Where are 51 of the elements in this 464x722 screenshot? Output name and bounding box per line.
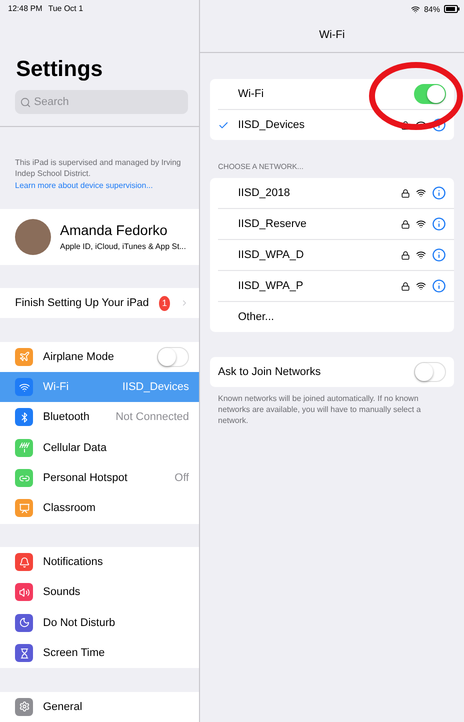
notification-badge: 1 xyxy=(158,296,170,311)
airplane-toggle[interactable] xyxy=(157,346,189,367)
sidebar-item[interactable]: Personal Hotspot Off xyxy=(0,462,199,494)
wifi-icon xyxy=(416,219,426,229)
sidebar-item[interactable]: General xyxy=(0,692,199,722)
battery-icon xyxy=(444,5,460,13)
sidebar-title: Settings xyxy=(15,54,104,83)
wifi-icon xyxy=(416,188,426,198)
wifi-icon xyxy=(416,250,426,260)
network-row[interactable]: IISD_WPA_D xyxy=(218,240,454,271)
info-icon[interactable] xyxy=(432,118,446,132)
sidebar-item[interactable]: Notifications xyxy=(0,546,199,578)
profile-row[interactable]: Amanda Fedorko Apple ID, iCloud, iTunes & App St... xyxy=(0,209,199,264)
other-network-row[interactable]: Other... xyxy=(218,302,454,332)
supervision-note: This iPad is supervised and managed by Irving Indep School District. Learn more about device supervision... xyxy=(0,126,199,210)
search-field[interactable]: Search xyxy=(15,90,188,114)
network-row[interactable]: IISD_2018 xyxy=(218,178,454,209)
network-row[interactable]: IISD_Reserve xyxy=(218,209,454,240)
wifi-toggle[interactable] xyxy=(414,84,446,104)
info-icon[interactable] xyxy=(432,279,446,293)
supervision-link[interactable]: Learn more about device supervision... xyxy=(15,180,189,192)
profile-name: Amanda Fedorko xyxy=(60,222,168,238)
status-date: Tue Oct 1 xyxy=(48,4,84,14)
info-icon[interactable] xyxy=(432,217,446,231)
profile-subtitle: Apple ID, iCloud, iTunes & App St... xyxy=(60,242,186,252)
sidebar-item[interactable]: Bluetooth Not Connected xyxy=(0,402,199,433)
sidebar-item[interactable]: Screen Time xyxy=(0,638,199,668)
nav-title: Wi-Fi xyxy=(200,18,464,53)
wifi-label: Wi-Fi xyxy=(238,88,265,100)
avatar xyxy=(15,218,51,255)
network-row[interactable]: IISD_WPA_P xyxy=(218,271,454,302)
ask-label: Ask to Join Networks xyxy=(218,366,322,378)
sidebar-item[interactable]: Airplane Mode xyxy=(0,342,199,372)
setup-label: Finish Setting Up Your iPad xyxy=(15,297,149,310)
check-icon xyxy=(218,120,229,130)
search-icon xyxy=(20,96,31,108)
sidebar-item[interactable]: Sounds xyxy=(0,577,199,608)
lock-icon xyxy=(401,120,410,130)
wifi-status-icon xyxy=(410,4,420,14)
network-row[interactable]: IISD_Devices xyxy=(218,110,454,140)
info-icon[interactable] xyxy=(432,248,446,262)
info-icon[interactable] xyxy=(432,186,446,200)
wifi-icon xyxy=(416,281,426,291)
sidebar-item[interactable]: Classroom xyxy=(0,493,199,524)
setup-row[interactable]: Finish Setting Up Your iPad 1 xyxy=(0,288,199,318)
ask-toggle[interactable] xyxy=(414,362,446,382)
status-time: 12:48 PM xyxy=(8,4,42,14)
sidebar-item[interactable]: Cellular Data xyxy=(0,432,199,463)
footnote: Known networks will be joined automatically. If no known networks are available, you will have to manually select a network. xyxy=(217,393,422,428)
battery-percent: 84% xyxy=(424,4,440,14)
sidebar-item[interactable]: Do Not Disturb xyxy=(0,608,199,638)
